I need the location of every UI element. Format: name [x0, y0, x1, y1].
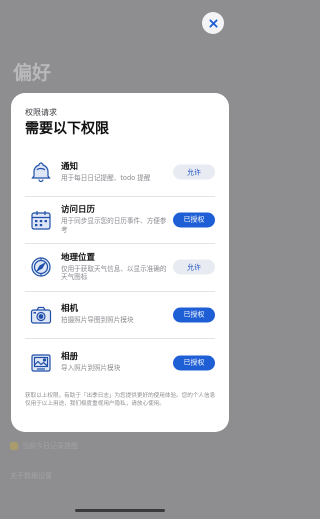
permission-list: 通知 用于每日日记提醒、todo 提醒 允许 访问日历 用于同步显示您的日历事件… [25, 149, 215, 387]
permission-name: 相册 [61, 352, 79, 363]
permission-name: 地理位置 [61, 252, 96, 263]
bell-icon [27, 158, 55, 186]
permission-row-camera: 相机 拍摄照片导图到照片模块 已授权 [25, 292, 215, 339]
permission-description: 仅用于获取天气信息、以显示准确的天气图标 [61, 264, 167, 282]
permission-row-photos: 相册 导入照片到照片模块 已授权 [25, 339, 215, 387]
permission-row-calendar: 访问日历 用于同步显示您的日历事件、方便参考 已授权 [25, 197, 215, 244]
compass-icon [27, 253, 55, 281]
photo-album-icon [27, 349, 55, 377]
permission-description: 用于同步显示您的日历事件、方便参考 [61, 217, 167, 234]
calendar-icon [27, 206, 55, 234]
photos-granted-button[interactable]: 已授权 [173, 355, 215, 371]
permission-description: 拍摄照片导图到照片模块 [61, 316, 134, 325]
permission-description: 用于每日日记提醒、todo 提醒 [61, 173, 151, 182]
permission-modal: 权限请求 需要以下权限 通知 用于每日日记提醒、todo 提醒 允许 访问日历 … [11, 93, 229, 432]
background-row: 关于数据设置 [10, 472, 52, 480]
modal-kicker: 权限请求 [25, 108, 57, 117]
camera-icon [27, 301, 55, 329]
home-indicator [75, 509, 165, 512]
permission-name: 相机 [61, 304, 79, 315]
camera-granted-button[interactable]: 已授权 [173, 307, 215, 323]
allow-notification-button[interactable]: 允许 [173, 164, 215, 180]
allow-location-button[interactable]: 允许 [173, 259, 215, 275]
close-icon [208, 18, 218, 28]
permission-name: 通知 [61, 161, 79, 172]
calendar-granted-button[interactable]: 已授权 [173, 212, 215, 228]
privacy-note: 获取以上权限，有助于「出季日志」为您提供更好的使用体验。您的个人信息仅用于以上用… [25, 393, 216, 407]
permission-row-notification: 通知 用于每日日记提醒、todo 提醒 允许 [25, 149, 215, 197]
permission-description: 导入照片到照片模块 [61, 364, 121, 373]
reminder-icon [10, 442, 18, 450]
modal-title: 需要以下权限 [25, 121, 109, 137]
background-row: 当前今日记录提醒 [10, 436, 230, 456]
permission-row-location: 地理位置 仅用于获取天气信息、以显示准确的天气图标 允许 [25, 244, 215, 292]
background-page-title: 偏好 [13, 62, 52, 84]
close-button[interactable] [202, 12, 224, 34]
permission-name: 访问日历 [61, 205, 96, 216]
